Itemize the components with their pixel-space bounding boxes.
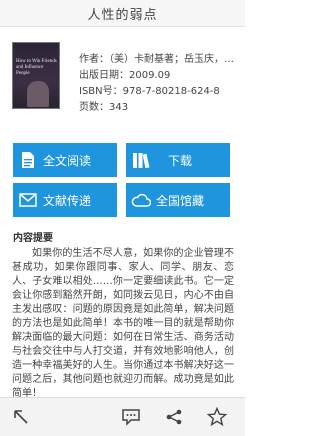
read-fulltext-button[interactable]: 全文阅读	[13, 143, 117, 177]
doc-delivery-label: 文献传递	[43, 193, 92, 208]
cloud-icon	[126, 183, 156, 217]
pub-date-text: 出版日期：2009.09	[79, 70, 171, 81]
author-text: 作者：（美）卡耐基著；岳玉庆，…	[79, 54, 234, 65]
cover-portrait	[27, 81, 49, 107]
library-label: 全国馆藏	[156, 193, 205, 208]
comment-icon[interactable]	[118, 404, 144, 430]
back-arrow-icon[interactable]	[8, 404, 34, 430]
envelope-icon	[13, 183, 43, 217]
book-cover[interactable]: How to Win Friends and Influence People	[12, 42, 60, 109]
book-info: How to Win Friends and Influence People …	[0, 36, 245, 126]
favorite-star-icon[interactable]	[204, 404, 230, 430]
library-holdings-button[interactable]: 全国馆藏	[126, 183, 230, 217]
bottom-toolbar	[0, 397, 245, 436]
page-title: 人性的弱点	[87, 7, 158, 23]
summary-text: 如果你的生活不尽人意，如果你的企业管理不甚成功，如果你跟同事、家人、同学、朋友、…	[12, 248, 234, 399]
title-bar: 人性的弱点	[0, 0, 245, 27]
read-label: 全文阅读	[43, 153, 92, 168]
isbn-text: ISBN号：978-7-80218-624-8	[79, 86, 220, 97]
summary-title: 内容提要	[13, 233, 53, 244]
cover-title: How to Win Friends and Influence People	[16, 59, 57, 76]
books-icon	[126, 143, 156, 177]
download-button[interactable]: 下载	[126, 143, 230, 177]
share-icon[interactable]	[161, 404, 187, 430]
document-icon	[13, 143, 43, 177]
action-grid: 全文阅读 下载 文献传递 全国馆藏	[13, 143, 232, 221]
doc-delivery-button[interactable]: 文献传递	[13, 183, 117, 217]
download-label: 下载	[168, 153, 193, 168]
pages-text: 页数：343	[79, 102, 129, 113]
book-meta: 作者：（美）卡耐基著；岳玉庆，… 出版日期：2009.09 ISBN号：978-…	[79, 52, 234, 116]
